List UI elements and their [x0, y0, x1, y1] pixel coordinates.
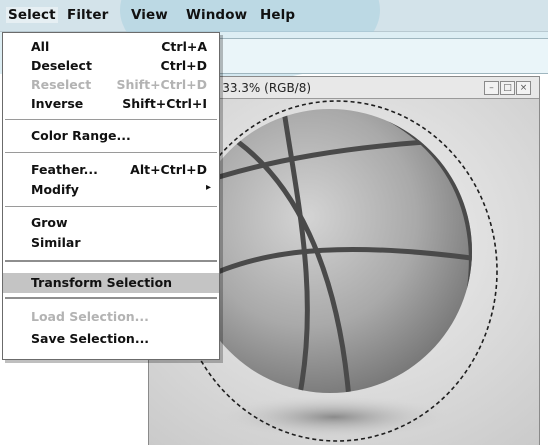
menu-item-transform-selection[interactable]: Transform Selection — [3, 273, 219, 293]
submenu-arrow-icon: ▸ — [205, 182, 211, 193]
menu-item-grow[interactable]: Grow — [3, 213, 219, 233]
menu-item-feather[interactable]: Feather... Alt+Ctrl+D — [3, 160, 219, 180]
menu-item-label: Reselect — [31, 77, 92, 92]
menu-item-shortcut: Shift+Ctrl+D — [116, 77, 207, 92]
menu-item-color-range[interactable]: Color Range... — [3, 126, 219, 146]
menu-item-shortcut: Alt+Ctrl+D — [130, 162, 207, 177]
menu-item-label: Transform Selection — [31, 275, 173, 290]
menu-separator — [5, 206, 217, 207]
menu-item-label: Inverse — [31, 96, 84, 111]
menu-window[interactable]: Window — [186, 7, 247, 23]
menu-item-load-selection: Load Selection... — [3, 307, 219, 327]
menu-separator — [5, 119, 217, 120]
ball-shadow — [214, 395, 454, 439]
menu-item-label: Color Range... — [31, 128, 131, 143]
menu-item-label: Grow — [31, 215, 68, 230]
menu-help[interactable]: Help — [260, 7, 295, 23]
menu-item-label: Save Selection... — [31, 331, 150, 346]
maximize-icon[interactable]: □ — [500, 81, 515, 95]
menu-item-modify[interactable]: Modify ▸ — [3, 180, 219, 200]
menu-item-all[interactable]: All Ctrl+A — [3, 37, 219, 57]
select-menu-dropdown: All Ctrl+A Deselect Ctrl+D Reselect Shif… — [2, 32, 220, 360]
menu-item-shortcut: Ctrl+A — [161, 39, 207, 54]
menu-bar: Select Filter View Window Help — [0, 0, 548, 80]
menu-select[interactable]: Select — [6, 7, 58, 23]
menu-separator — [5, 260, 217, 262]
document-title: e 33.3% (RGB/8) — [211, 81, 312, 95]
menu-item-label: Similar — [31, 235, 81, 250]
menu-item-label: Feather... — [31, 162, 98, 177]
menu-item-reselect: Reselect Shift+Ctrl+D — [3, 75, 219, 95]
menu-item-inverse[interactable]: Inverse Shift+Ctrl+I — [3, 94, 219, 114]
options-bar — [218, 38, 548, 74]
menu-item-deselect[interactable]: Deselect Ctrl+D — [3, 56, 219, 76]
menu-filter[interactable]: Filter — [67, 7, 108, 23]
menu-item-shortcut: Shift+Ctrl+I — [122, 96, 207, 111]
menu-item-save-selection[interactable]: Save Selection... — [3, 329, 219, 349]
menu-separator — [5, 152, 217, 153]
menu-item-label: All — [31, 39, 50, 54]
menu-item-similar[interactable]: Similar — [3, 233, 219, 253]
close-icon[interactable]: × — [516, 81, 531, 95]
menu-item-shortcut: Ctrl+D — [160, 58, 207, 73]
menu-item-label: Load Selection... — [31, 309, 149, 324]
menu-item-label: Deselect — [31, 58, 92, 73]
menu-item-label: Modify — [31, 182, 79, 197]
menu-separator — [5, 297, 217, 299]
minimize-icon[interactable]: – — [484, 81, 499, 95]
menu-view[interactable]: View — [131, 7, 168, 23]
